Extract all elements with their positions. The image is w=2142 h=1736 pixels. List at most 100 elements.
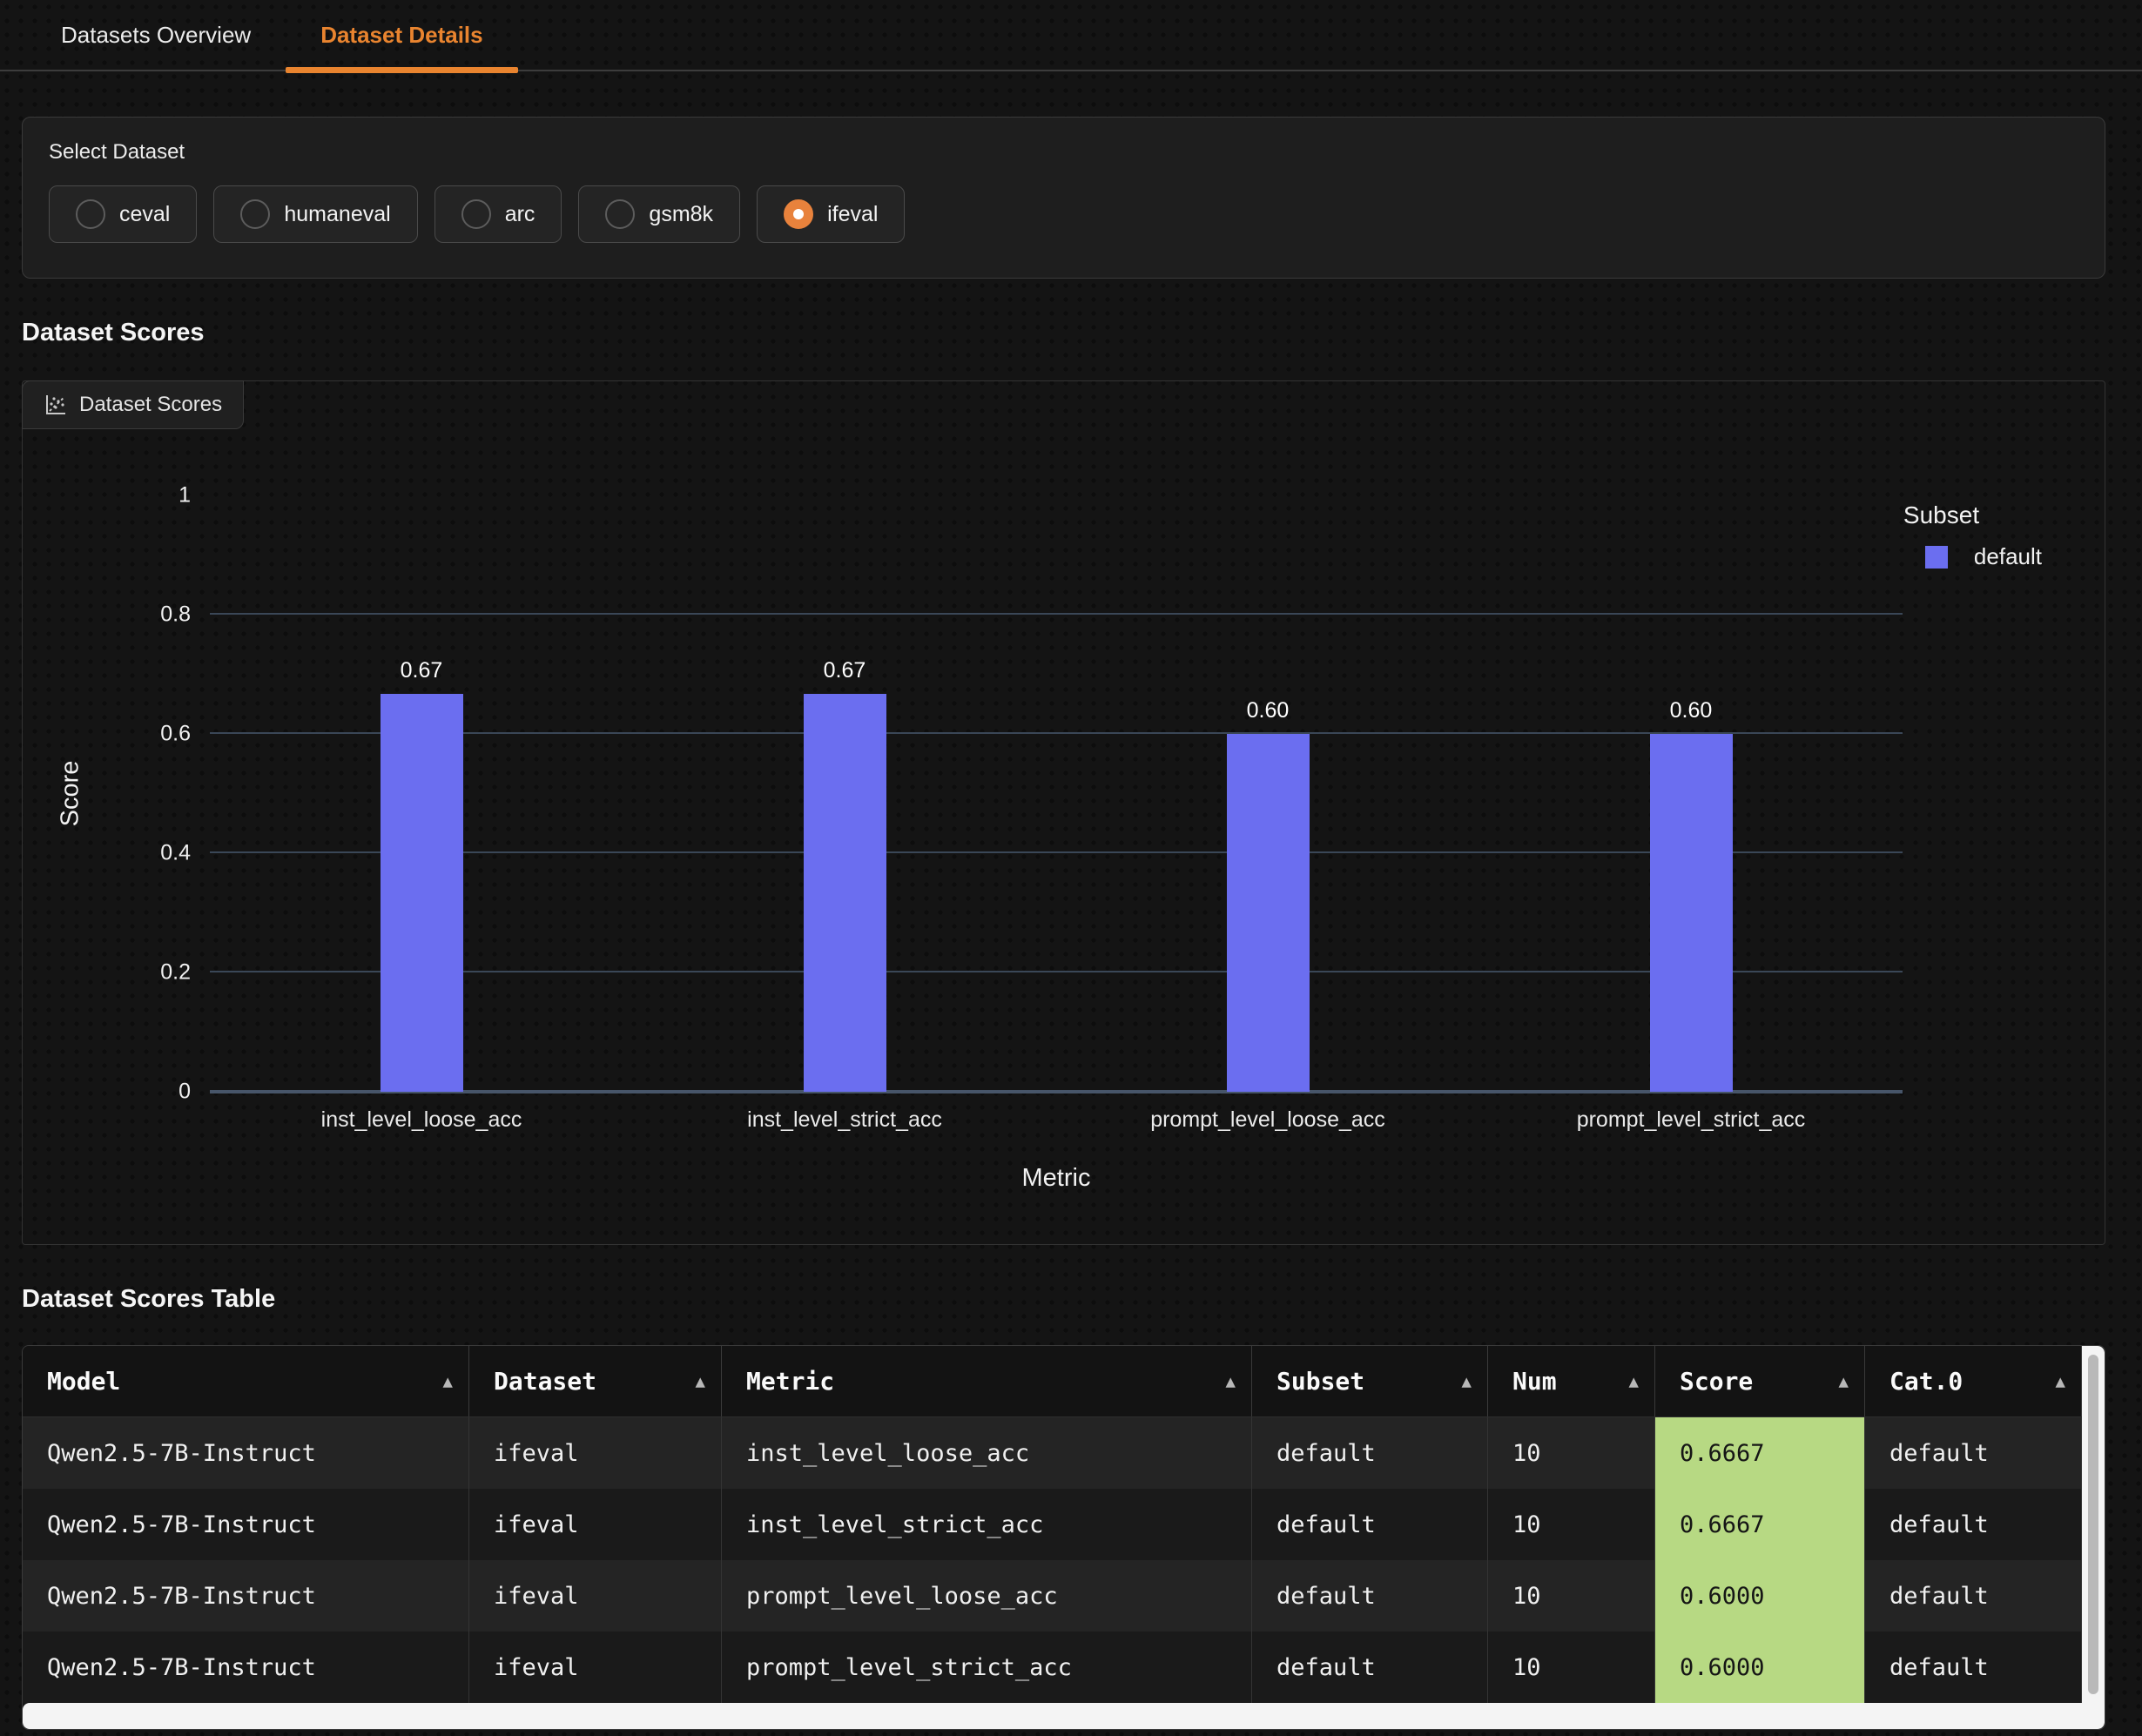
bar: 0.67 xyxy=(804,694,886,1092)
plot-area: Score Metric 10.80.60.40.200.67inst_leve… xyxy=(210,495,1903,1092)
cell-num: 10 xyxy=(1488,1632,1655,1703)
sort-arrow-icon[interactable]: ▲ xyxy=(1226,1372,1236,1391)
radio-circle-icon xyxy=(461,199,491,229)
y-tick-label: 0.6 xyxy=(160,722,191,747)
bar: 0.67 xyxy=(381,694,463,1092)
sort-arrow-icon[interactable]: ▲ xyxy=(2056,1372,2065,1391)
radio-option-ifeval[interactable]: ifeval xyxy=(757,185,905,243)
vertical-scrollbar[interactable] xyxy=(2082,1346,2105,1729)
cell-model: Qwen2.5-7B-Instruct xyxy=(23,1560,469,1632)
gridline xyxy=(210,732,1903,734)
scatter-plot-icon xyxy=(44,394,67,417)
cell-cat0: default xyxy=(1865,1417,2082,1489)
cell-cat0: default xyxy=(1865,1632,2082,1703)
y-axis-title: Score xyxy=(44,495,97,1092)
table-row: Qwen2.5-7B-Instructifevalprompt_level_lo… xyxy=(23,1560,2082,1632)
tab-datasets-overview[interactable]: Datasets Overview xyxy=(26,0,286,70)
cell-score: 0.6667 xyxy=(1655,1417,1865,1489)
legend-entry-default[interactable]: default xyxy=(1925,543,2042,570)
cell-num: 10 xyxy=(1488,1489,1655,1560)
legend-title: Subset xyxy=(1903,501,2042,529)
column-header-cat0[interactable]: Cat.0▲ xyxy=(1865,1346,2082,1416)
tab-bar: Datasets Overview Dataset Details xyxy=(0,0,2142,71)
column-header-num[interactable]: Num▲ xyxy=(1488,1346,1655,1416)
cell-subset: default xyxy=(1252,1632,1488,1703)
horizontal-scrollbar[interactable] xyxy=(23,1703,2082,1729)
tab-dataset-details[interactable]: Dataset Details xyxy=(286,0,517,70)
table-row: Qwen2.5-7B-Instructifevalprompt_level_st… xyxy=(23,1632,2082,1703)
dataset-scores-table: Model▲ Dataset▲ Metric▲ Subset▲ Num▲ Sco… xyxy=(22,1345,2105,1730)
cell-metric: prompt_level_strict_acc xyxy=(722,1632,1252,1703)
x-axis-line xyxy=(210,1090,1903,1093)
x-tick-label: inst_level_strict_acc xyxy=(747,1107,942,1133)
radio-option-arc[interactable]: arc xyxy=(434,185,562,243)
dataset-radio-group: ceval humaneval arc gsm8k ifeval xyxy=(49,185,2078,243)
radio-option-gsm8k[interactable]: gsm8k xyxy=(578,185,740,243)
radio-circle-icon xyxy=(76,199,105,229)
dataset-scores-heading: Dataset Scores xyxy=(22,319,2142,347)
column-header-model[interactable]: Model▲ xyxy=(23,1346,469,1416)
cell-subset: default xyxy=(1252,1560,1488,1632)
bar: 0.60 xyxy=(1227,734,1310,1092)
cell-dataset: ifeval xyxy=(469,1489,722,1560)
y-tick-label: 1 xyxy=(178,483,191,508)
cell-cat0: default xyxy=(1865,1489,2082,1560)
y-tick-label: 0.2 xyxy=(160,960,191,986)
cell-dataset: ifeval xyxy=(469,1560,722,1632)
y-tick-label: 0.4 xyxy=(160,841,191,866)
x-tick-label: prompt_level_loose_acc xyxy=(1150,1107,1385,1133)
table-row: Qwen2.5-7B-Instructifevalinst_level_loos… xyxy=(23,1417,2082,1489)
dataset-scores-chart-panel: Dataset Scores Score Metric 10.80.60.40.… xyxy=(22,380,2105,1245)
bar-value-label: 0.67 xyxy=(381,658,463,683)
sort-arrow-icon[interactable]: ▲ xyxy=(443,1372,453,1391)
sort-arrow-icon[interactable]: ▲ xyxy=(696,1372,705,1391)
cell-dataset: ifeval xyxy=(469,1417,722,1489)
bar-value-label: 0.67 xyxy=(804,658,886,683)
sort-arrow-icon[interactable]: ▲ xyxy=(1839,1372,1849,1391)
cell-score: 0.6000 xyxy=(1655,1632,1865,1703)
cell-metric: prompt_level_loose_acc xyxy=(722,1560,1252,1632)
legend-entry-label: default xyxy=(1974,543,2042,570)
gridline xyxy=(210,613,1903,615)
x-tick-label: prompt_level_strict_acc xyxy=(1577,1107,1806,1133)
cell-score: 0.6667 xyxy=(1655,1489,1865,1560)
cell-cat0: default xyxy=(1865,1560,2082,1632)
cell-model: Qwen2.5-7B-Instruct xyxy=(23,1417,469,1489)
cell-subset: default xyxy=(1252,1417,1488,1489)
gridline xyxy=(210,851,1903,853)
radio-option-ceval[interactable]: ceval xyxy=(49,185,197,243)
x-tick-label: inst_level_loose_acc xyxy=(321,1107,522,1133)
cell-num: 10 xyxy=(1488,1417,1655,1489)
chart-label-tab: Dataset Scores xyxy=(22,380,244,429)
cell-subset: default xyxy=(1252,1489,1488,1560)
sort-arrow-icon[interactable]: ▲ xyxy=(1462,1372,1472,1391)
cell-model: Qwen2.5-7B-Instruct xyxy=(23,1632,469,1703)
column-header-subset[interactable]: Subset▲ xyxy=(1252,1346,1488,1416)
bar: 0.60 xyxy=(1650,734,1733,1092)
gridline xyxy=(210,971,1903,972)
column-header-score[interactable]: Score▲ xyxy=(1655,1346,1865,1416)
column-header-dataset[interactable]: Dataset▲ xyxy=(469,1346,722,1416)
table-row: Qwen2.5-7B-Instructifevalinst_level_stri… xyxy=(23,1489,2082,1560)
select-dataset-label: Select Dataset xyxy=(49,140,2078,165)
radio-option-humaneval[interactable]: humaneval xyxy=(213,185,417,243)
select-dataset-panel: Select Dataset ceval humaneval arc gsm8k… xyxy=(22,117,2105,279)
table-body: Qwen2.5-7B-Instructifevalinst_level_loos… xyxy=(23,1417,2082,1703)
scrollbar-thumb[interactable] xyxy=(2088,1355,2098,1694)
chart-legend: Subset default xyxy=(1903,501,2042,570)
radio-circle-icon xyxy=(605,199,635,229)
sort-arrow-icon[interactable]: ▲ xyxy=(1629,1372,1639,1391)
cell-num: 10 xyxy=(1488,1560,1655,1632)
x-axis-title: Metric xyxy=(210,1164,1903,1193)
legend-swatch-icon xyxy=(1925,546,1948,569)
cell-metric: inst_level_strict_acc xyxy=(722,1489,1252,1560)
y-tick-label: 0 xyxy=(178,1080,191,1105)
bar-value-label: 0.60 xyxy=(1650,698,1733,723)
column-header-metric[interactable]: Metric▲ xyxy=(722,1346,1252,1416)
chart-label-text: Dataset Scores xyxy=(79,393,222,417)
radio-circle-icon xyxy=(240,199,270,229)
y-tick-label: 0.8 xyxy=(160,602,191,628)
bar-value-label: 0.60 xyxy=(1227,698,1310,723)
cell-dataset: ifeval xyxy=(469,1632,722,1703)
radio-selected-icon xyxy=(784,199,813,229)
